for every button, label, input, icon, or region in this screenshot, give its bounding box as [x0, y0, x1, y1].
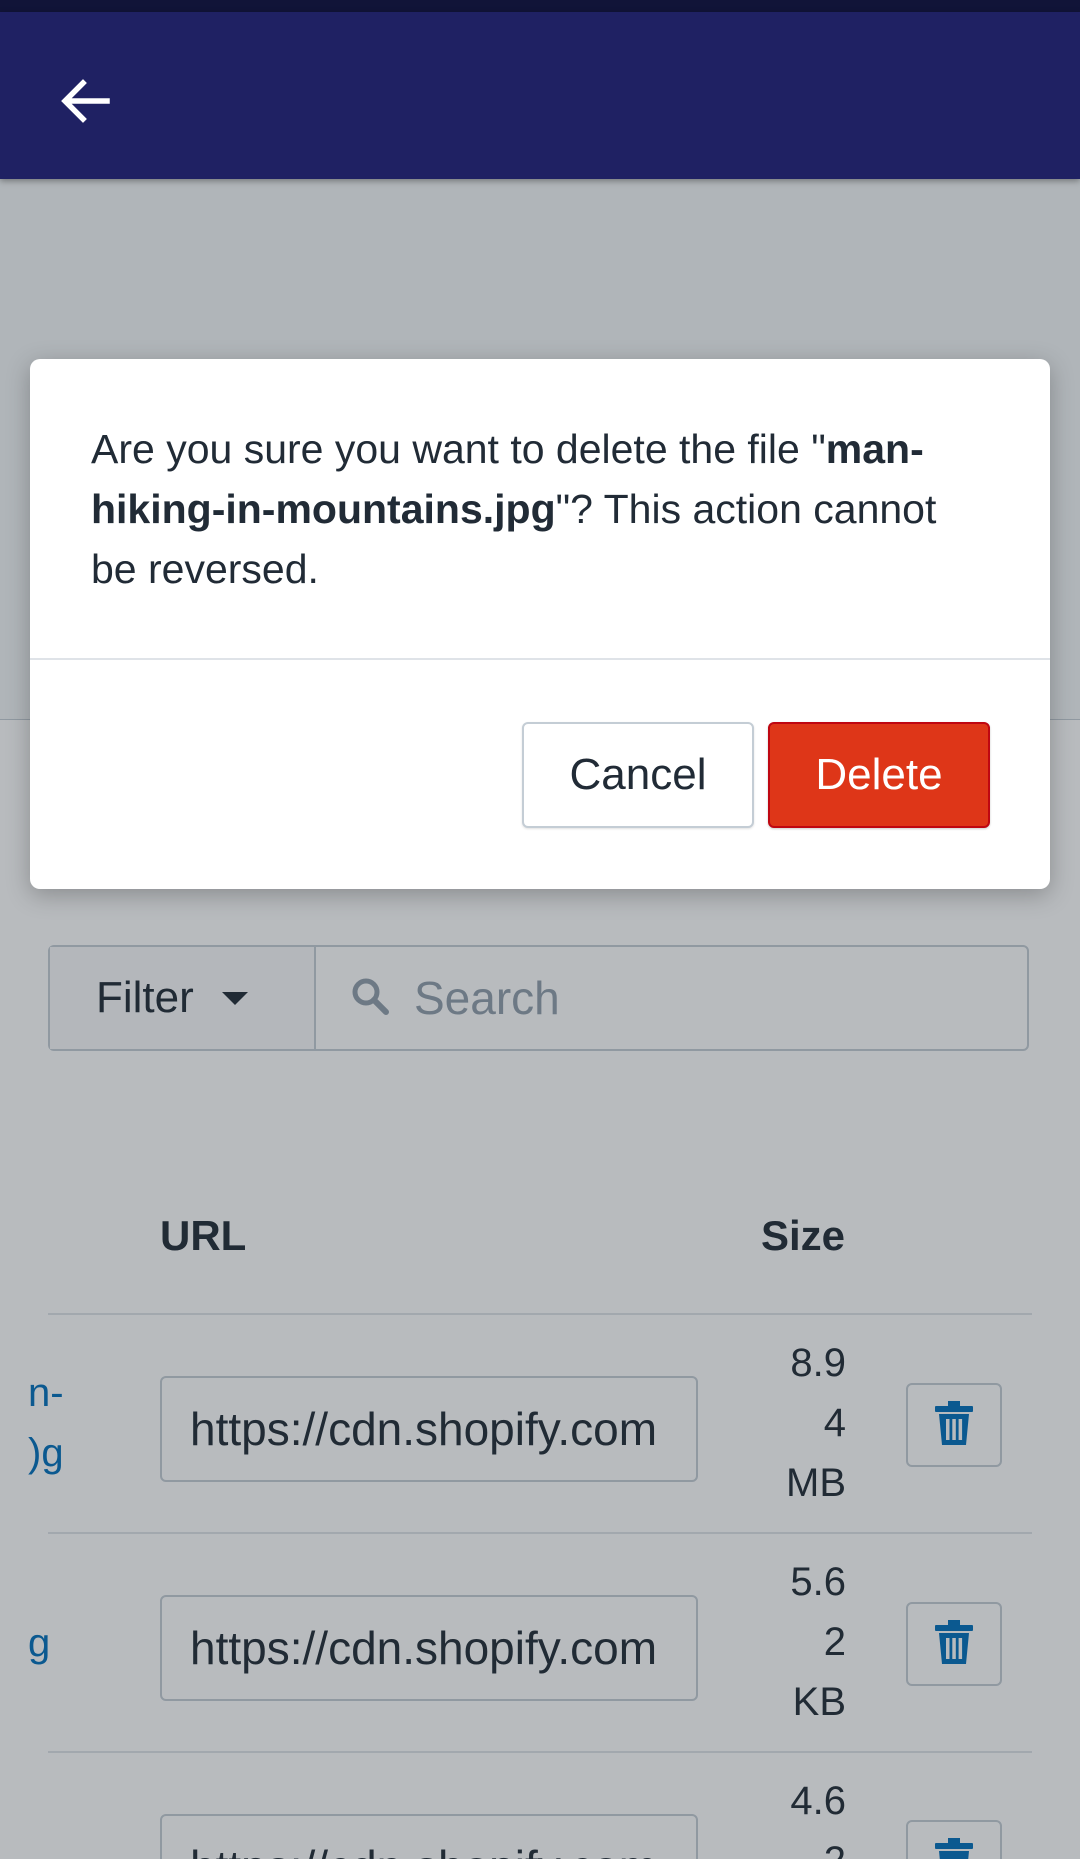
app-bar	[0, 12, 1080, 179]
back-button[interactable]	[42, 60, 128, 146]
status-bar	[0, 0, 1080, 12]
delete-button[interactable]: Delete	[768, 722, 990, 828]
cancel-button[interactable]: Cancel	[522, 722, 754, 828]
arrow-left-icon	[59, 75, 111, 132]
message-prefix: Are you sure you want to delete the file…	[91, 426, 826, 472]
dialog-message: Are you sure you want to delete the file…	[91, 419, 991, 599]
dialog-divider	[30, 658, 1050, 660]
delete-confirmation-dialog: Are you sure you want to delete the file…	[30, 359, 1050, 889]
